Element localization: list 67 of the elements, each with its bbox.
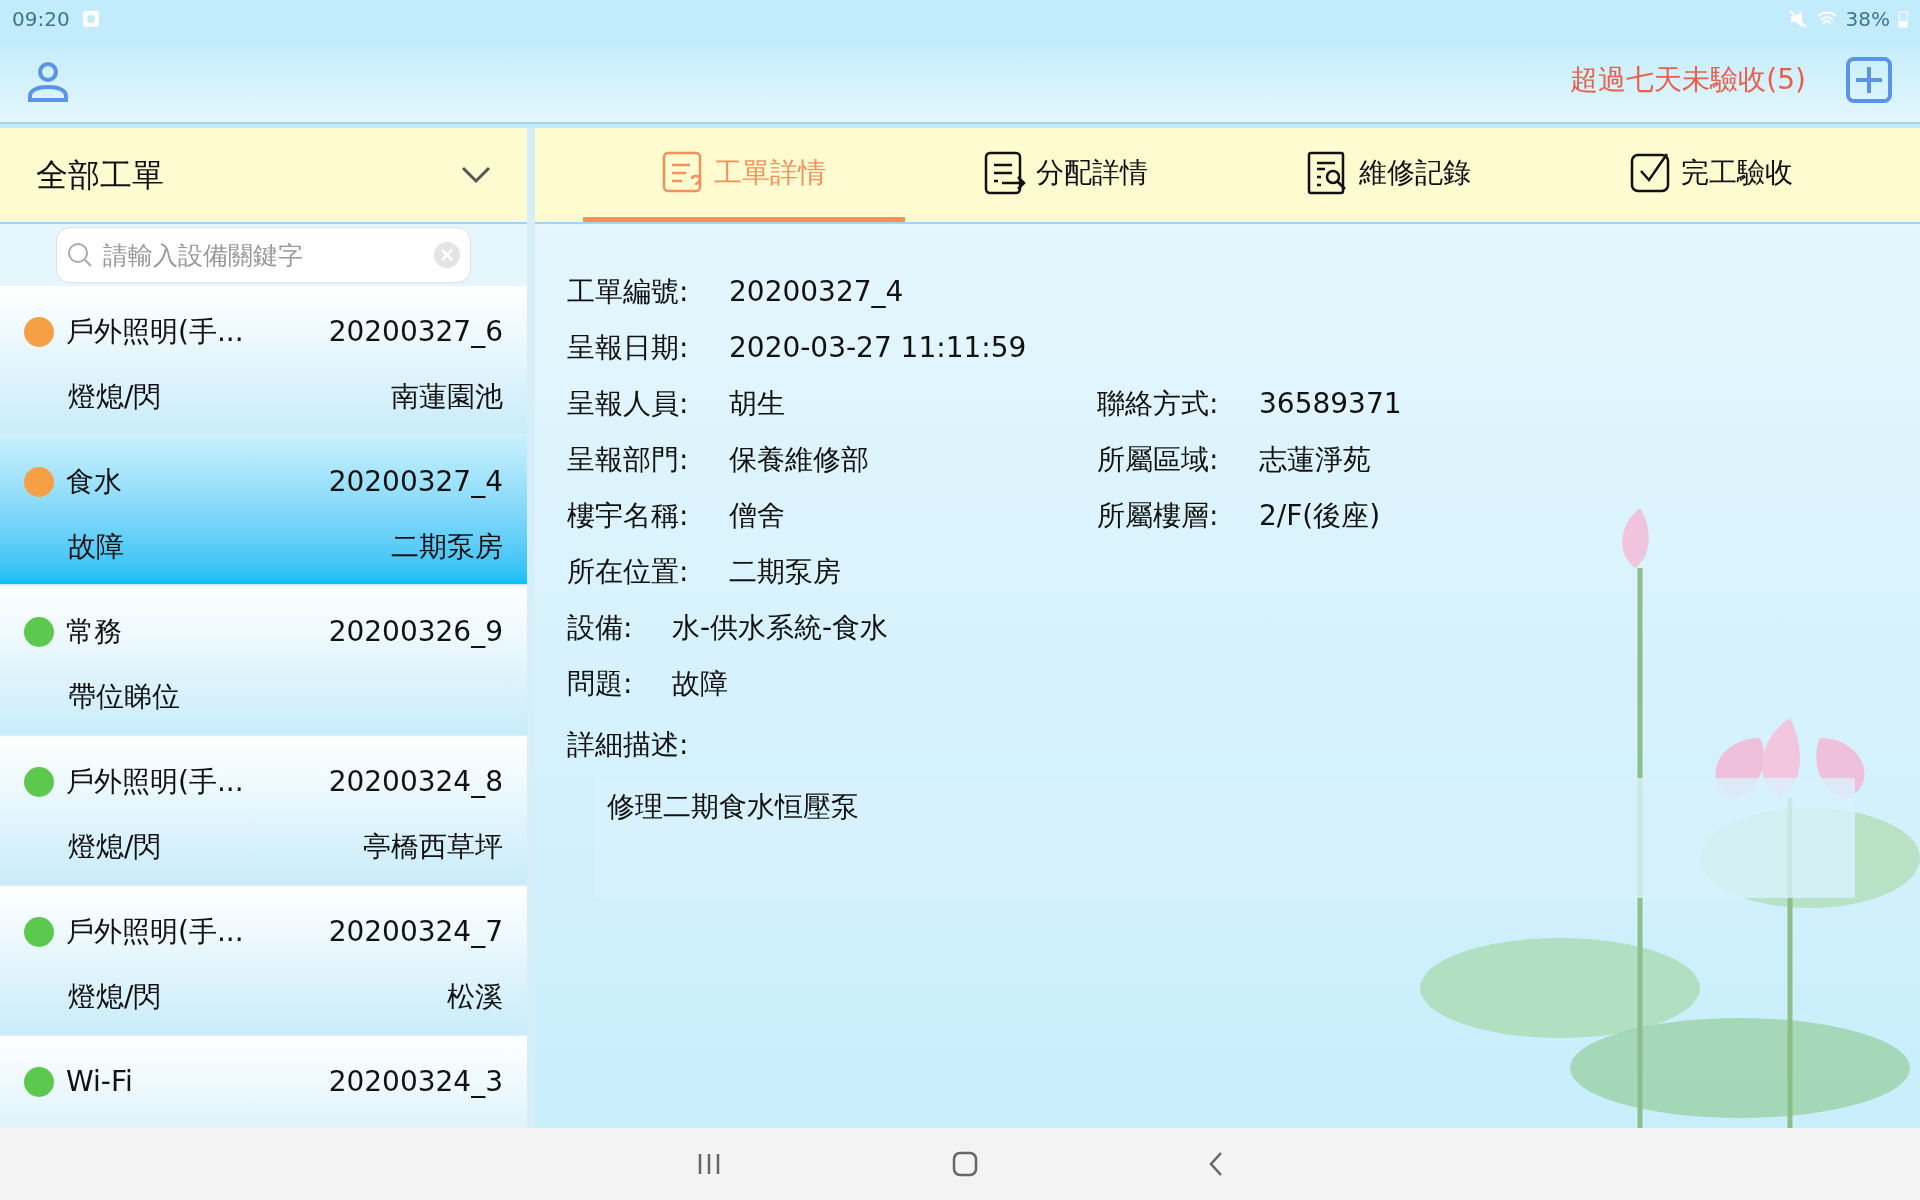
battery-percent: 38% [1845, 6, 1890, 33]
order-number: 20200324_7 [328, 914, 503, 950]
order-location: 亭橋西草坪 [363, 829, 503, 865]
battery-icon [1898, 10, 1908, 28]
field-value: 2020-03-27 11:11:59 [729, 330, 1027, 366]
work-order-item[interactable]: 常務 20200326_9 帶位睇位 [0, 586, 527, 736]
order-title: 戶外照明(手... [66, 914, 245, 950]
description-text: 修理二期食水恒壓泵 [607, 790, 859, 823]
search-icon [66, 241, 94, 269]
order-number: 20200327_6 [328, 314, 503, 350]
order-title: 戶外照明(手... [66, 764, 245, 800]
order-problem: 帶位睇位 [68, 679, 181, 715]
tab[interactable]: 分配詳情 [905, 128, 1228, 222]
field-label: 設備: [567, 610, 634, 646]
order-problem: 故障 [68, 529, 125, 565]
filter-dropdown[interactable]: 全部工單 [0, 128, 527, 224]
order-location: 二期泵房 [391, 529, 503, 565]
field-label: 工單編號: [567, 274, 690, 310]
field-value: 2/F(後座) [1259, 498, 1381, 534]
order-number: 20200327_4 [328, 464, 503, 500]
order-problem: 燈熄/閃 [68, 979, 163, 1015]
tab[interactable]: 維修記錄 [1227, 128, 1550, 222]
order-problem: 燈熄/閃 [68, 829, 163, 865]
field-value: 僧舍 [729, 498, 785, 534]
field-label: 呈報部門: [567, 442, 690, 478]
home-icon[interactable] [952, 1151, 978, 1177]
work-order-item[interactable]: 戶外照明(手... 20200324_7 燈熄/閃 松溪 [0, 886, 527, 1036]
back-icon[interactable] [1208, 1151, 1224, 1177]
field-value: 36589371 [1259, 386, 1402, 422]
order-title: 食水 [66, 464, 123, 500]
order-problem: 燈熄/閃 [68, 379, 163, 415]
field-value: 水-供水系統-食水 [672, 610, 889, 646]
work-order-item[interactable]: Wi-Fi 20200324_3 [0, 1036, 527, 1128]
field-label: 所屬區域: [1097, 442, 1220, 478]
add-icon[interactable] [1846, 57, 1892, 103]
recent-apps-icon[interactable] [696, 1152, 722, 1176]
order-location: 松溪 [447, 979, 503, 1015]
work-order-item[interactable]: 戶外照明(手... 20200324_8 燈熄/閃 亭橋西草坪 [0, 736, 527, 886]
order-number: 20200324_3 [328, 1064, 503, 1100]
chevron-down-icon [461, 166, 491, 184]
field-label: 所屬樓層: [1097, 498, 1220, 534]
work-order-item[interactable]: 食水 20200327_4 故障 二期泵房 [0, 436, 527, 586]
field-value: 二期泵房 [729, 554, 841, 590]
field-label: 呈報人員: [567, 386, 690, 422]
tab[interactable]: 完工驗收 [1549, 128, 1872, 222]
description-label: 詳細描述: [567, 727, 690, 763]
order-number: 20200324_8 [328, 764, 503, 800]
field-value: 胡生 [729, 386, 785, 422]
clock-time: 09:20 [12, 6, 70, 33]
order-title: 常務 [66, 614, 123, 650]
order-location: 南蓮園池 [391, 379, 503, 415]
mute-icon [1787, 9, 1808, 29]
notification-icon [81, 10, 100, 28]
field-label: 聯絡方式: [1097, 386, 1220, 422]
field-value: 志蓮淨苑 [1259, 442, 1371, 478]
field-label: 問題: [567, 666, 634, 702]
search-field[interactable]: 請輸入設備關鍵字 [56, 227, 471, 283]
order-title: Wi-Fi [66, 1064, 134, 1100]
field-value: 20200327_4 [729, 274, 904, 310]
field-label: 樓宇名稱: [567, 498, 690, 534]
field-value: 保養維修部 [729, 442, 869, 478]
order-title: 戶外照明(手... [66, 314, 245, 350]
field-value: 故障 [672, 666, 728, 702]
order-number: 20200326_9 [328, 614, 503, 650]
work-order-item[interactable]: 戶外照明(手... 20200327_6 燈熄/閃 南蓮園池 [0, 286, 527, 436]
field-label: 所在位置: [567, 554, 690, 590]
field-label: 呈報日期: [567, 330, 690, 366]
